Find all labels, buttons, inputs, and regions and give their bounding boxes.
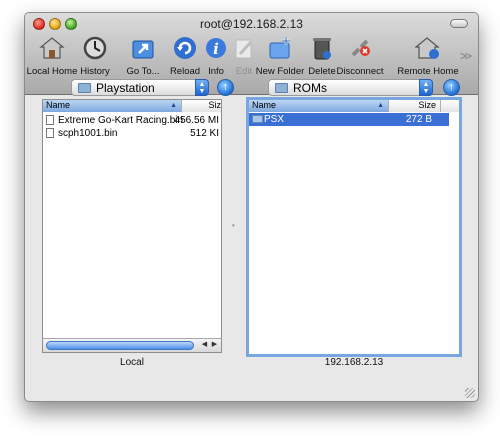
remote-size-column-header[interactable]: Size	[388, 100, 440, 112]
remote-extra-column-header	[440, 100, 459, 112]
local-size-column-header[interactable]: Siz	[181, 100, 221, 112]
local-file-list[interactable]: Name ▲ Siz Extreme Go-Kart Racing.bin 45…	[42, 99, 222, 353]
local-name-column-header[interactable]: Name ▲	[43, 100, 181, 112]
sort-ascending-icon: ▲	[377, 102, 384, 109]
scroll-right-icon[interactable]: ▶	[210, 340, 219, 350]
folder-icon	[252, 115, 263, 123]
toolbar-toggle-button[interactable]	[450, 19, 468, 28]
scrollbar-thumb[interactable]	[46, 341, 194, 350]
ftp-window: root@192.168.2.13 Local Home History Go …	[24, 12, 479, 402]
trash-icon	[307, 33, 337, 63]
home-icon	[37, 33, 67, 63]
clock-icon	[80, 33, 110, 63]
edit-button[interactable]: Edit	[232, 33, 256, 91]
edit-icon	[229, 33, 259, 63]
remote-name-column-header[interactable]: Name ▲	[249, 100, 388, 112]
svg-text:i: i	[213, 40, 219, 58]
info-icon: i	[201, 33, 231, 63]
file-icon	[46, 115, 54, 125]
reload-icon	[170, 33, 200, 63]
pane-splitter-handle[interactable]: •	[232, 221, 235, 230]
disconnect-icon	[345, 33, 375, 63]
list-item[interactable]: scph1001.bin 512 KI	[43, 127, 221, 140]
local-footer-label: Local	[120, 357, 144, 368]
window-title: root@192.168.2.13	[200, 17, 303, 31]
remote-list-header: Name ▲ Size	[249, 100, 459, 112]
local-folder-popup[interactable]: Playstation ▲ ▼	[71, 79, 209, 96]
folder-icon	[275, 83, 288, 93]
popup-arrows-icon: ▲ ▼	[419, 79, 433, 96]
resize-grip[interactable]	[465, 388, 475, 398]
local-list-header: Name ▲ Siz	[43, 100, 221, 112]
folder-icon	[78, 83, 91, 93]
goto-folder-icon	[128, 33, 158, 63]
remote-file-list[interactable]: Name ▲ Size PSX 272 B	[246, 97, 462, 357]
sort-ascending-icon: ▲	[170, 102, 177, 109]
remote-folder-popup[interactable]: ROMs ▲ ▼	[268, 79, 433, 96]
file-icon	[46, 128, 54, 138]
remote-footer-label: 192.168.2.13	[324, 357, 384, 368]
local-home-button[interactable]: Local Home	[27, 33, 77, 91]
list-item[interactable]: Extreme Go-Kart Racing.bin 456.56 MI	[43, 114, 221, 127]
scroll-left-icon[interactable]: ◀	[200, 340, 209, 350]
local-horizontal-scrollbar[interactable]: ◀ ▶	[43, 338, 221, 352]
toolbar-overflow-icon[interactable]: >>	[460, 49, 472, 63]
popup-arrows-icon: ▲ ▼	[195, 79, 209, 96]
remote-up-button[interactable]: ↑	[443, 79, 460, 96]
local-up-button[interactable]: ↑	[217, 79, 234, 96]
new-folder-icon	[265, 33, 295, 63]
list-item[interactable]: PSX 272 B	[249, 113, 449, 126]
remote-home-icon	[413, 33, 443, 63]
